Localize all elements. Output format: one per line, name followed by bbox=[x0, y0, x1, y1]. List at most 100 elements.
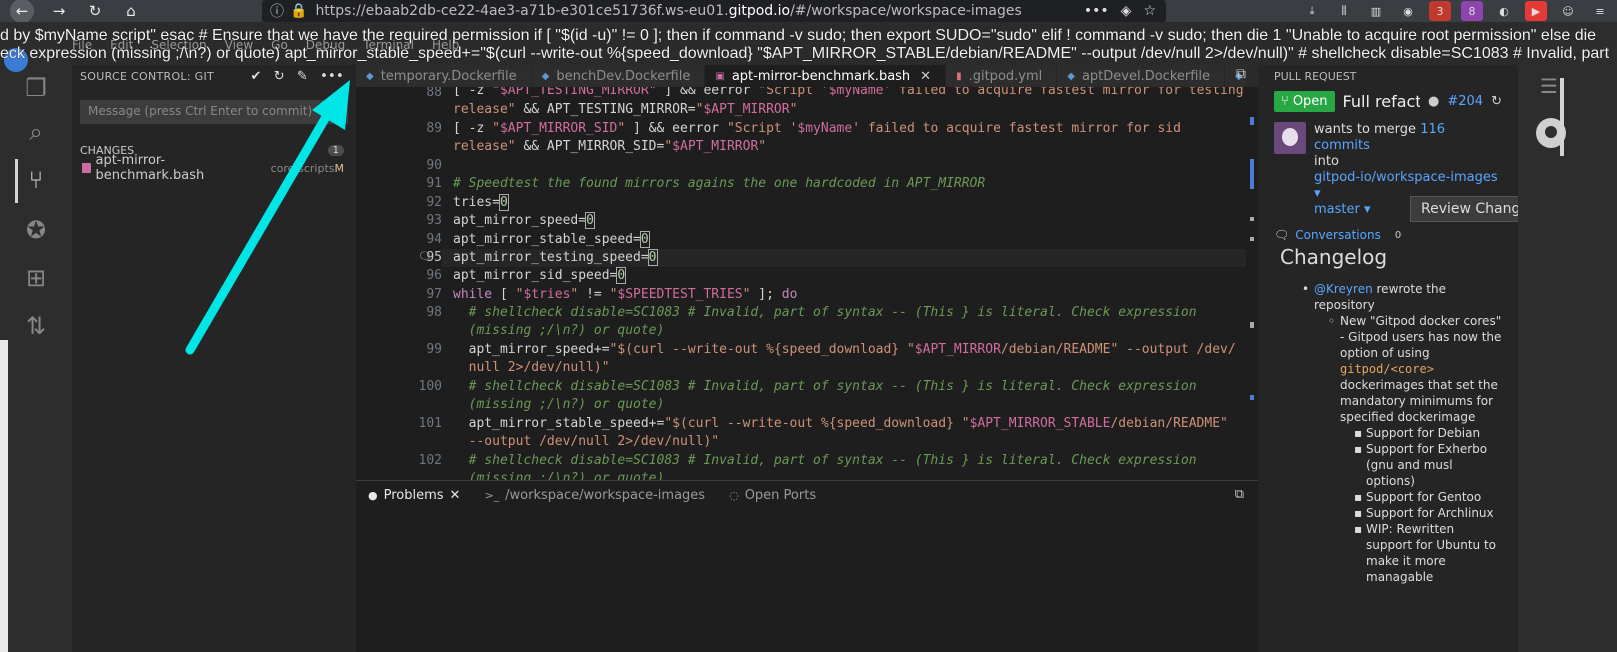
maximize-panel-icon[interactable]: ⧉ bbox=[1235, 487, 1244, 502]
list-item: @Kreyren rewrote the repository New "Git… bbox=[1302, 281, 1502, 585]
author-link[interactable]: @Kreyren bbox=[1314, 282, 1373, 296]
reload-icon[interactable]: ↻ bbox=[84, 0, 106, 22]
explorer-icon[interactable]: ❐ bbox=[22, 74, 50, 102]
right-activity-bar: ☰ bbox=[1518, 22, 1617, 652]
extension-mask-icon[interactable]: ◐ bbox=[1493, 1, 1515, 21]
code-line: apt_mirror_stable_speed=0 bbox=[453, 231, 650, 248]
download-icon[interactable]: ⤓ bbox=[1301, 1, 1323, 21]
extension-face-icon[interactable]: ☺ bbox=[1557, 1, 1579, 21]
home-icon[interactable]: ⌂ bbox=[120, 0, 142, 22]
info-circle-icon: ● bbox=[368, 488, 378, 502]
tab-open-ports[interactable]: ◌ Open Ports bbox=[717, 481, 828, 509]
tab-label: temporary.Dockerfile bbox=[380, 68, 517, 84]
tab-benchdev-dockerfile[interactable]: ◆ benchDev.Dockerfile bbox=[531, 65, 706, 87]
code-line: release" && APT_TESTING_MIRROR="$APT_MIR… bbox=[453, 102, 798, 117]
changes-count-badge: 1 bbox=[327, 145, 344, 156]
back-icon[interactable]: ← bbox=[10, 0, 34, 23]
line-number: 99 bbox=[426, 342, 442, 357]
list-item: WIP: Rewritten support for Ubuntu to mak… bbox=[1354, 521, 1502, 585]
code-line: apt_mirror_speed=0 bbox=[453, 212, 595, 229]
code-line: (missing ;/\n?) or quote) bbox=[468, 323, 665, 338]
tab-temporary-dockerfile[interactable]: ◆ temporary.Dockerfile bbox=[356, 65, 532, 87]
hamburger-menu-icon[interactable]: ≡ bbox=[1589, 1, 1611, 21]
code-line: apt_mirror_speed+="$(curl --write-out %{… bbox=[453, 342, 1236, 357]
pr-number-link[interactable]: #204 bbox=[1447, 94, 1483, 109]
close-tab-icon[interactable]: ✕ bbox=[920, 69, 931, 84]
comment-icon[interactable]: 🗨 bbox=[418, 250, 432, 263]
line-number: 96 bbox=[426, 268, 442, 283]
tab-problems[interactable]: ● Problems ✕ bbox=[356, 481, 472, 509]
editor-tabs: ◆ temporary.Dockerfile ◆ benchDev.Dockerfi… bbox=[356, 65, 1246, 87]
repo-link[interactable]: gitpod-io/workspace-images bbox=[1314, 170, 1498, 185]
changed-file-item[interactable]: apt-mirror-benchmark.bash core/scripts M bbox=[72, 153, 356, 183]
more-actions-icon[interactable]: ••• bbox=[320, 69, 344, 84]
source-control-sidebar: SOURCE CONTROL: GIT ✔ ↻ ✎ ••• Message (p… bbox=[72, 65, 356, 652]
code-editor[interactable]: 88 89 90 91 92 93 94 95 96 97 98 99 100 … bbox=[356, 87, 1246, 480]
tab-label: .gitpod.yml bbox=[968, 68, 1043, 84]
pr-status-badge: ⑂ Open bbox=[1274, 91, 1335, 112]
ports-icon: ◌ bbox=[729, 488, 739, 502]
code-line: # shellcheck disable=SC1083 # Invalid, p… bbox=[468, 305, 1197, 320]
changelog-list: @Kreyren rewrote the repository New "Git… bbox=[1302, 281, 1502, 585]
avatar[interactable] bbox=[1274, 122, 1306, 154]
code-line: apt_mirror_testing_speed=0 bbox=[453, 249, 658, 266]
branch-dropdown-icon[interactable]: ▾ bbox=[1360, 202, 1371, 217]
pr-open-icon: ⑂ bbox=[1281, 94, 1289, 109]
extension-icon[interactable]: 8 bbox=[1461, 1, 1483, 21]
tab-label: aptDevel.Dockerfile bbox=[1081, 68, 1211, 84]
conversations-count: 0 bbox=[1394, 229, 1402, 241]
sidebar-toggle-icon[interactable]: ▥ bbox=[1365, 1, 1387, 21]
tab-gitpod-yml[interactable]: ▮ .gitpod.yml bbox=[946, 65, 1058, 87]
close-panel-tab-icon[interactable]: ✕ bbox=[450, 488, 461, 503]
split-editor-icon[interactable]: ⧉ bbox=[1232, 66, 1250, 82]
panel-tab-label: Problems bbox=[383, 487, 444, 503]
refresh-icon[interactable]: ↻ bbox=[274, 69, 285, 84]
tab-apt-mirror-benchmark[interactable]: ▣ apt-mirror-benchmark.bash ✕ bbox=[705, 65, 947, 87]
search-icon[interactable]: ⌕ bbox=[22, 118, 50, 146]
into-text: into bbox=[1314, 154, 1339, 169]
extensions-icon[interactable]: ⊞ bbox=[22, 264, 50, 292]
list-item: Support for Exherbo (gnu and musl option… bbox=[1354, 441, 1502, 489]
library-icon[interactable]: ⫼ bbox=[1333, 1, 1355, 21]
line-number: 102 bbox=[418, 453, 442, 468]
browser-toolbar: ← → ↻ ⌂ ⓘ 🔒 https://ebaab2db-ce22-4ae3-a… bbox=[0, 0, 1617, 23]
code-line: while [ "$tries" != "$SPEEDTEST_TRIES" ]… bbox=[453, 287, 798, 302]
pocket-icon[interactable]: ◈ bbox=[1121, 3, 1132, 19]
conversations-link[interactable]: Conversations bbox=[1295, 228, 1381, 242]
right-active-indicator bbox=[1560, 78, 1564, 156]
page-actions-icon[interactable]: ••• bbox=[1084, 3, 1109, 19]
review-changes-button[interactable]: Review Changes bbox=[1410, 196, 1518, 222]
commit-check-icon[interactable]: ✔ bbox=[250, 69, 261, 84]
info-icon[interactable]: ⓘ bbox=[270, 1, 284, 21]
url-host: gitpod.io bbox=[728, 3, 791, 19]
overlay-text-line-2: eck expression (missing ;/\n?) or quote)… bbox=[0, 45, 1610, 62]
branch-link[interactable]: master bbox=[1314, 202, 1360, 217]
changed-file-path: core/scripts bbox=[270, 161, 335, 175]
code-line: (missing ;/\n?) or quote) bbox=[468, 397, 665, 412]
open-changes-icon[interactable]: ✎ bbox=[297, 69, 308, 84]
line-number: 92 bbox=[426, 195, 442, 210]
debug-icon[interactable]: ✪ bbox=[22, 216, 50, 244]
bookmark-star-icon[interactable]: ☆ bbox=[1143, 3, 1156, 19]
tab-aptdevel-dockerfile[interactable]: ◆ aptDevel.Dockerfile bbox=[1057, 65, 1226, 87]
repo-dropdown-icon[interactable]: ▾ bbox=[1314, 186, 1321, 201]
line-number: 101 bbox=[418, 416, 442, 431]
pull-request-icon[interactable]: ⇅ bbox=[22, 312, 50, 340]
forward-icon[interactable]: → bbox=[48, 0, 70, 22]
video-extension-icon[interactable]: ▶ bbox=[1525, 1, 1547, 21]
source-control-icon[interactable]: ⑂ bbox=[22, 166, 50, 194]
account-icon[interactable]: ◉ bbox=[1397, 1, 1419, 21]
conversations-icon: 🗨 bbox=[1274, 228, 1290, 242]
commit-message-input[interactable]: Message (press Ctrl Enter to commit) bbox=[80, 100, 348, 124]
extension-badge-icon[interactable]: 3 bbox=[1429, 1, 1451, 21]
tab-terminal[interactable]: >_ /workspace/workspace-images bbox=[472, 481, 717, 509]
line-number: 91 bbox=[426, 176, 442, 191]
editor-scrollbar[interactable] bbox=[1246, 87, 1258, 480]
address-bar[interactable]: ⓘ 🔒 https://ebaab2db-ce22-4ae3-a71b-e301… bbox=[262, 0, 1166, 22]
code-line: [ -z "$APT_MIRROR_SID" ] && eerror "Scri… bbox=[453, 121, 1181, 136]
line-number: 94 bbox=[426, 232, 442, 247]
refresh-pr-icon[interactable]: ↻ bbox=[1491, 94, 1502, 109]
active-indicator bbox=[15, 159, 18, 203]
bash-file-icon: ▣ bbox=[715, 70, 725, 82]
list-view-icon[interactable]: ☰ bbox=[1540, 74, 1558, 98]
